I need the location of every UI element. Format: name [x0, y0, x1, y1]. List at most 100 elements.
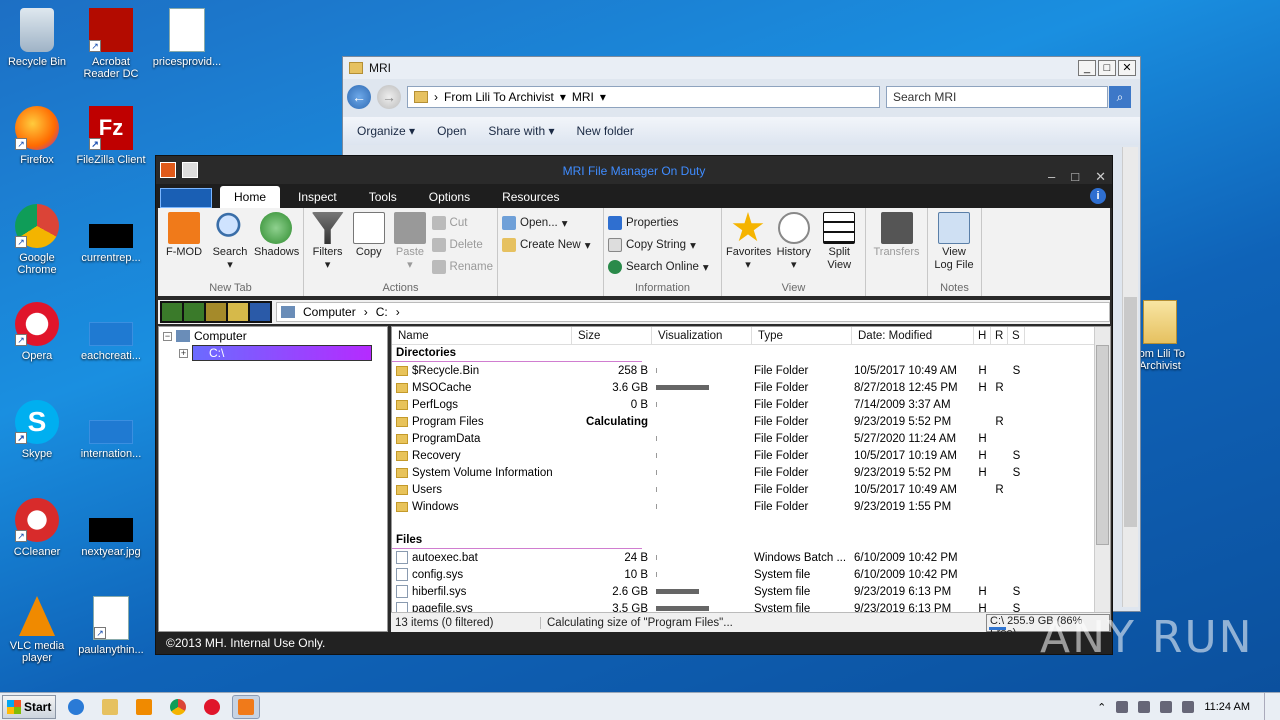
split-view-button[interactable]: Split View — [818, 212, 862, 272]
desktop-icon-ccleaner[interactable]: ↗ CCleaner — [0, 498, 74, 558]
search-input[interactable]: Search MRI ⌕ — [886, 86, 1131, 108]
view-log-file-button[interactable]: View Log File — [932, 212, 976, 272]
start-button[interactable]: Start — [2, 694, 56, 719]
desktop-icon-pricesprovid[interactable]: pricesprovid... — [150, 8, 224, 68]
desktop-icon-paulanythin[interactable]: ↗ paulanythin... — [74, 596, 148, 656]
power-icon[interactable] — [1182, 701, 1195, 713]
directory-row[interactable]: ProgramData File Folder 5/27/2020 11:24 AM… — [392, 430, 1110, 447]
show-desktop-button[interactable] — [1264, 693, 1280, 720]
directory-row[interactable]: Recovery File Folder 10/5/2017 10:19 AM H S — [392, 447, 1110, 464]
quick-access-icon[interactable] — [182, 162, 198, 178]
paste-button[interactable]: Paste ▾ — [390, 212, 429, 272]
volume-icon[interactable] — [1160, 701, 1173, 713]
desktop-icon-vlc[interactable]: VLC media player — [0, 596, 74, 664]
network-icon[interactable] — [1116, 701, 1129, 713]
app-menu-button[interactable] — [160, 188, 212, 208]
desktop-icon-chrome[interactable]: ↗ Google Chrome — [0, 204, 74, 276]
tree-node-c[interactable]: + C:\ — [179, 345, 372, 361]
directory-row[interactable]: System Volume Information File Folder 9/23… — [392, 464, 1110, 481]
maximize-button[interactable]: □ — [1098, 60, 1116, 76]
column-size[interactable]: Size — [572, 327, 652, 344]
info-icon[interactable]: i — [1090, 188, 1106, 204]
organize-button[interactable]: Organize ▾ — [357, 124, 415, 138]
forward-arrow-icon[interactable] — [184, 303, 204, 321]
column-visualization[interactable]: Visualization — [652, 327, 752, 344]
tree-node-computer[interactable]: − Computer — [163, 329, 247, 343]
column-s[interactable]: S — [1008, 327, 1025, 344]
open-button[interactable]: Open — [437, 124, 466, 138]
desktop-icon-internation[interactable]: internation... — [74, 400, 148, 460]
desktop-icon-skype[interactable]: S ↗ Skype — [0, 400, 74, 460]
desktop-icon-eachcreati[interactable]: eachcreati... — [74, 302, 148, 362]
column-r[interactable]: R — [991, 327, 1008, 344]
close-button[interactable]: ✕ — [1118, 60, 1136, 76]
cut-button[interactable]: Cut — [431, 214, 493, 232]
chrome-icon[interactable] — [164, 695, 192, 719]
address-bar[interactable]: › From Lili To Archivist ▾ MRI ▾ — [407, 86, 880, 108]
column-type[interactable]: Type — [752, 327, 852, 344]
ie-icon[interactable] — [62, 695, 90, 719]
app-titlebar[interactable]: MRI File Manager On Duty – □ ✕ — [156, 156, 1112, 184]
column-name[interactable]: Name — [392, 327, 572, 344]
share-with-button[interactable]: Share with ▾ — [488, 124, 554, 138]
favorites-button[interactable]: Favorites ▾ — [726, 212, 771, 272]
column-h[interactable]: H — [974, 327, 991, 344]
tab-tools[interactable]: Tools — [355, 186, 411, 208]
tray-expand-icon[interactable]: ⌃ — [1097, 701, 1106, 714]
directory-row[interactable]: PerfLogs 0 B File Folder 7/14/2009 3:37 AM — [392, 396, 1110, 413]
desktop-icon-currentrep[interactable]: currentrep... — [74, 204, 148, 264]
desktop-icon-nextyear[interactable]: nextyear.jpg — [74, 498, 148, 558]
transfers-button[interactable]: Transfers — [870, 212, 923, 259]
file-manager-window[interactable]: MRI File Manager On Duty – □ ✕ Home Insp… — [155, 155, 1113, 655]
rename-button[interactable]: Rename — [431, 258, 493, 276]
copy-button[interactable]: Copy — [349, 212, 388, 259]
back-button[interactable]: ← — [347, 85, 371, 109]
minimize-button[interactable]: _ — [1078, 60, 1096, 76]
open-button[interactable]: Open... ▾ — [502, 214, 591, 232]
collapse-icon[interactable]: − — [163, 331, 172, 341]
properties-button[interactable]: Properties — [608, 214, 709, 232]
directory-row[interactable]: Users File Folder 10/5/2017 10:49 AM R — [392, 481, 1110, 498]
tab-resources[interactable]: Resources — [488, 186, 573, 208]
file-list[interactable]: Name Size Visualization Type Date: Modif… — [391, 326, 1111, 632]
create-new-button[interactable]: Create New ▾ — [502, 236, 591, 254]
desktop-icon-filezilla[interactable]: Fz ↗ FileZilla Client — [74, 106, 148, 166]
copy-string-button[interactable]: Copy String ▾ — [608, 236, 709, 254]
desktop-icon-opera[interactable]: ↗ Opera — [0, 302, 74, 362]
maximize-button[interactable]: □ — [1071, 162, 1079, 192]
up-folder-icon[interactable] — [206, 303, 226, 321]
path-segment[interactable]: MRI — [572, 90, 594, 104]
breadcrumb-computer[interactable]: Computer — [303, 305, 356, 319]
refresh-icon[interactable] — [250, 303, 270, 321]
search-online-button[interactable]: Search Online ▾ — [608, 258, 709, 276]
opera-icon[interactable] — [198, 695, 226, 719]
explorer-icon[interactable] — [96, 695, 124, 719]
clock[interactable]: 11:24 AM — [1204, 701, 1250, 713]
directory-row[interactable]: $Recycle.Bin 258 B File Folder 10/5/2017 10… — [392, 362, 1110, 379]
delete-button[interactable]: Delete — [431, 236, 493, 254]
folder-tree[interactable]: − Computer + C:\ — [158, 326, 388, 632]
back-arrow-icon[interactable] — [162, 303, 182, 321]
file-list-scrollbar[interactable] — [1094, 327, 1110, 631]
path-segment[interactable]: From Lili To Archivist — [444, 90, 554, 104]
tab-inspect[interactable]: Inspect — [284, 186, 351, 208]
desktop-icon-recycle-bin[interactable]: Recycle Bin — [0, 8, 74, 68]
history-button[interactable]: History ▾ — [772, 212, 816, 272]
flag-icon[interactable] — [1138, 701, 1151, 713]
desktop-icon-acrobat[interactable]: ↗ Acrobat Reader DC — [74, 8, 148, 80]
directory-row[interactable]: MSOCache 3.6 GB File Folder 8/27/2018 12:45… — [392, 379, 1110, 396]
minimize-button[interactable]: – — [1048, 162, 1055, 192]
file-manager-icon[interactable] — [232, 694, 260, 719]
explorer-titlebar[interactable]: MRI — [343, 57, 1140, 79]
breadcrumb[interactable]: Computer › C: › — [276, 302, 1110, 322]
shadows-button[interactable]: Shadows — [254, 212, 299, 259]
column-date-modified[interactable]: Date: Modified — [852, 327, 974, 344]
directory-row[interactable]: Program Files Calculating File Folder 9/23/… — [392, 413, 1110, 430]
new-folder-button[interactable]: New folder — [576, 124, 633, 138]
fmod-button[interactable]: F-MOD — [162, 212, 206, 259]
breadcrumb-c[interactable]: C: — [376, 305, 388, 319]
expand-icon[interactable]: + — [179, 348, 188, 358]
filters-button[interactable]: Filters ▾ — [308, 212, 347, 272]
tab-options[interactable]: Options — [415, 186, 484, 208]
directory-row[interactable]: Windows File Folder 9/23/2019 1:55 PM — [392, 498, 1110, 515]
